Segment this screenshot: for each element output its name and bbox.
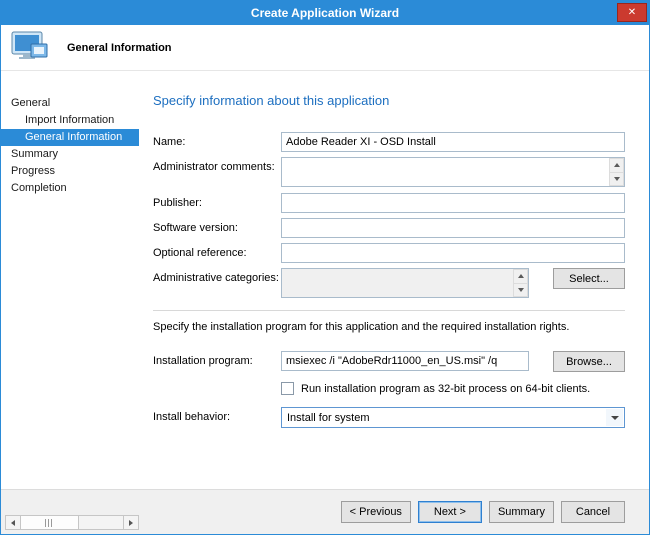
install-behavior-label: Install behavior: <box>153 407 281 423</box>
software-version-input[interactable] <box>281 218 625 238</box>
admin-categories-box <box>281 268 529 298</box>
sidebar-item-general-information[interactable]: General Information <box>1 129 139 146</box>
optional-reference-row: Optional reference: <box>153 243 625 263</box>
admin-categories-scrollbar <box>513 269 528 297</box>
scroll-left-icon[interactable] <box>6 516 21 529</box>
create-application-wizard-window: Create Application Wizard ✕ General Info… <box>0 0 650 535</box>
install-section-description: Specify the installation program for thi… <box>153 321 625 333</box>
page-title: Specify information about this applicati… <box>153 93 625 108</box>
sidebar-item-summary[interactable]: Summary <box>1 146 139 163</box>
admin-comments-input[interactable] <box>281 157 625 187</box>
browse-button[interactable]: Browse... <box>553 351 625 372</box>
grip-icon <box>45 519 54 527</box>
close-icon: ✕ <box>628 8 636 18</box>
install-behavior-dropdown[interactable]: Install for system <box>281 407 625 428</box>
install-behavior-value: Install for system <box>287 412 370 424</box>
window-title: Create Application Wizard <box>251 6 399 20</box>
wizard-body: General Import Information General Infor… <box>1 71 649 489</box>
section-divider <box>153 310 625 311</box>
publisher-row: Publisher: <box>153 193 625 213</box>
optional-reference-input[interactable] <box>281 243 625 263</box>
sidebar-item-general[interactable]: General <box>1 95 139 112</box>
name-row: Name: <box>153 132 625 152</box>
admin-categories-row: Administrative categories: Select... <box>153 268 625 298</box>
summary-button[interactable]: Summary <box>489 501 554 523</box>
installation-program-input[interactable] <box>281 351 529 371</box>
wizard-steps-sidebar: General Import Information General Infor… <box>1 71 139 489</box>
software-version-label: Software version: <box>153 218 281 234</box>
scrollbar-thumb[interactable] <box>21 516 79 529</box>
application-icon <box>11 30 51 66</box>
scroll-right-icon[interactable] <box>123 516 138 529</box>
scroll-up-icon[interactable] <box>513 269 528 284</box>
publisher-label: Publisher: <box>153 193 281 209</box>
wizard-footer: < Previous Next > Summary Cancel <box>1 489 649 534</box>
installation-program-row: Installation program: Browse... <box>153 351 625 372</box>
scroll-down-icon[interactable] <box>609 173 624 187</box>
scroll-down-icon[interactable] <box>513 284 528 298</box>
close-button[interactable]: ✕ <box>617 3 647 22</box>
previous-button[interactable]: < Previous <box>341 501 411 523</box>
sidebar-item-completion[interactable]: Completion <box>1 180 139 197</box>
optional-reference-label: Optional reference: <box>153 243 281 259</box>
name-label: Name: <box>153 132 281 148</box>
installation-program-label: Installation program: <box>153 351 281 367</box>
run-32bit-label: Run installation program as 32-bit proce… <box>301 383 590 395</box>
wizard-main-panel: Specify information about this applicati… <box>139 71 649 489</box>
install-behavior-row: Install behavior: Install for system <box>153 407 625 428</box>
run-32bit-checkbox[interactable] <box>281 382 294 395</box>
publisher-input[interactable] <box>281 193 625 213</box>
cancel-button[interactable]: Cancel <box>561 501 625 523</box>
wizard-header: General Information <box>1 25 649 71</box>
admin-comments-text <box>282 158 609 186</box>
sidebar-item-import-information[interactable]: Import Information <box>1 112 139 129</box>
select-categories-button[interactable]: Select... <box>553 268 625 289</box>
chevron-down-icon <box>606 409 623 426</box>
header-title: General Information <box>67 42 172 54</box>
admin-comments-label: Administrator comments: <box>153 157 281 173</box>
run-32bit-row: Run installation program as 32-bit proce… <box>281 382 625 395</box>
software-version-row: Software version: <box>153 218 625 238</box>
name-input[interactable] <box>281 132 625 152</box>
titlebar[interactable]: Create Application Wizard ✕ <box>1 1 649 25</box>
sidebar-horizontal-scrollbar[interactable] <box>5 515 139 530</box>
scroll-up-icon[interactable] <box>609 158 624 173</box>
admin-comments-row: Administrator comments: <box>153 157 625 187</box>
next-button[interactable]: Next > <box>418 501 482 523</box>
admin-categories-text <box>282 269 513 297</box>
admin-comments-scrollbar <box>609 158 624 186</box>
admin-categories-label: Administrative categories: <box>153 268 281 284</box>
sidebar-item-progress[interactable]: Progress <box>1 163 139 180</box>
